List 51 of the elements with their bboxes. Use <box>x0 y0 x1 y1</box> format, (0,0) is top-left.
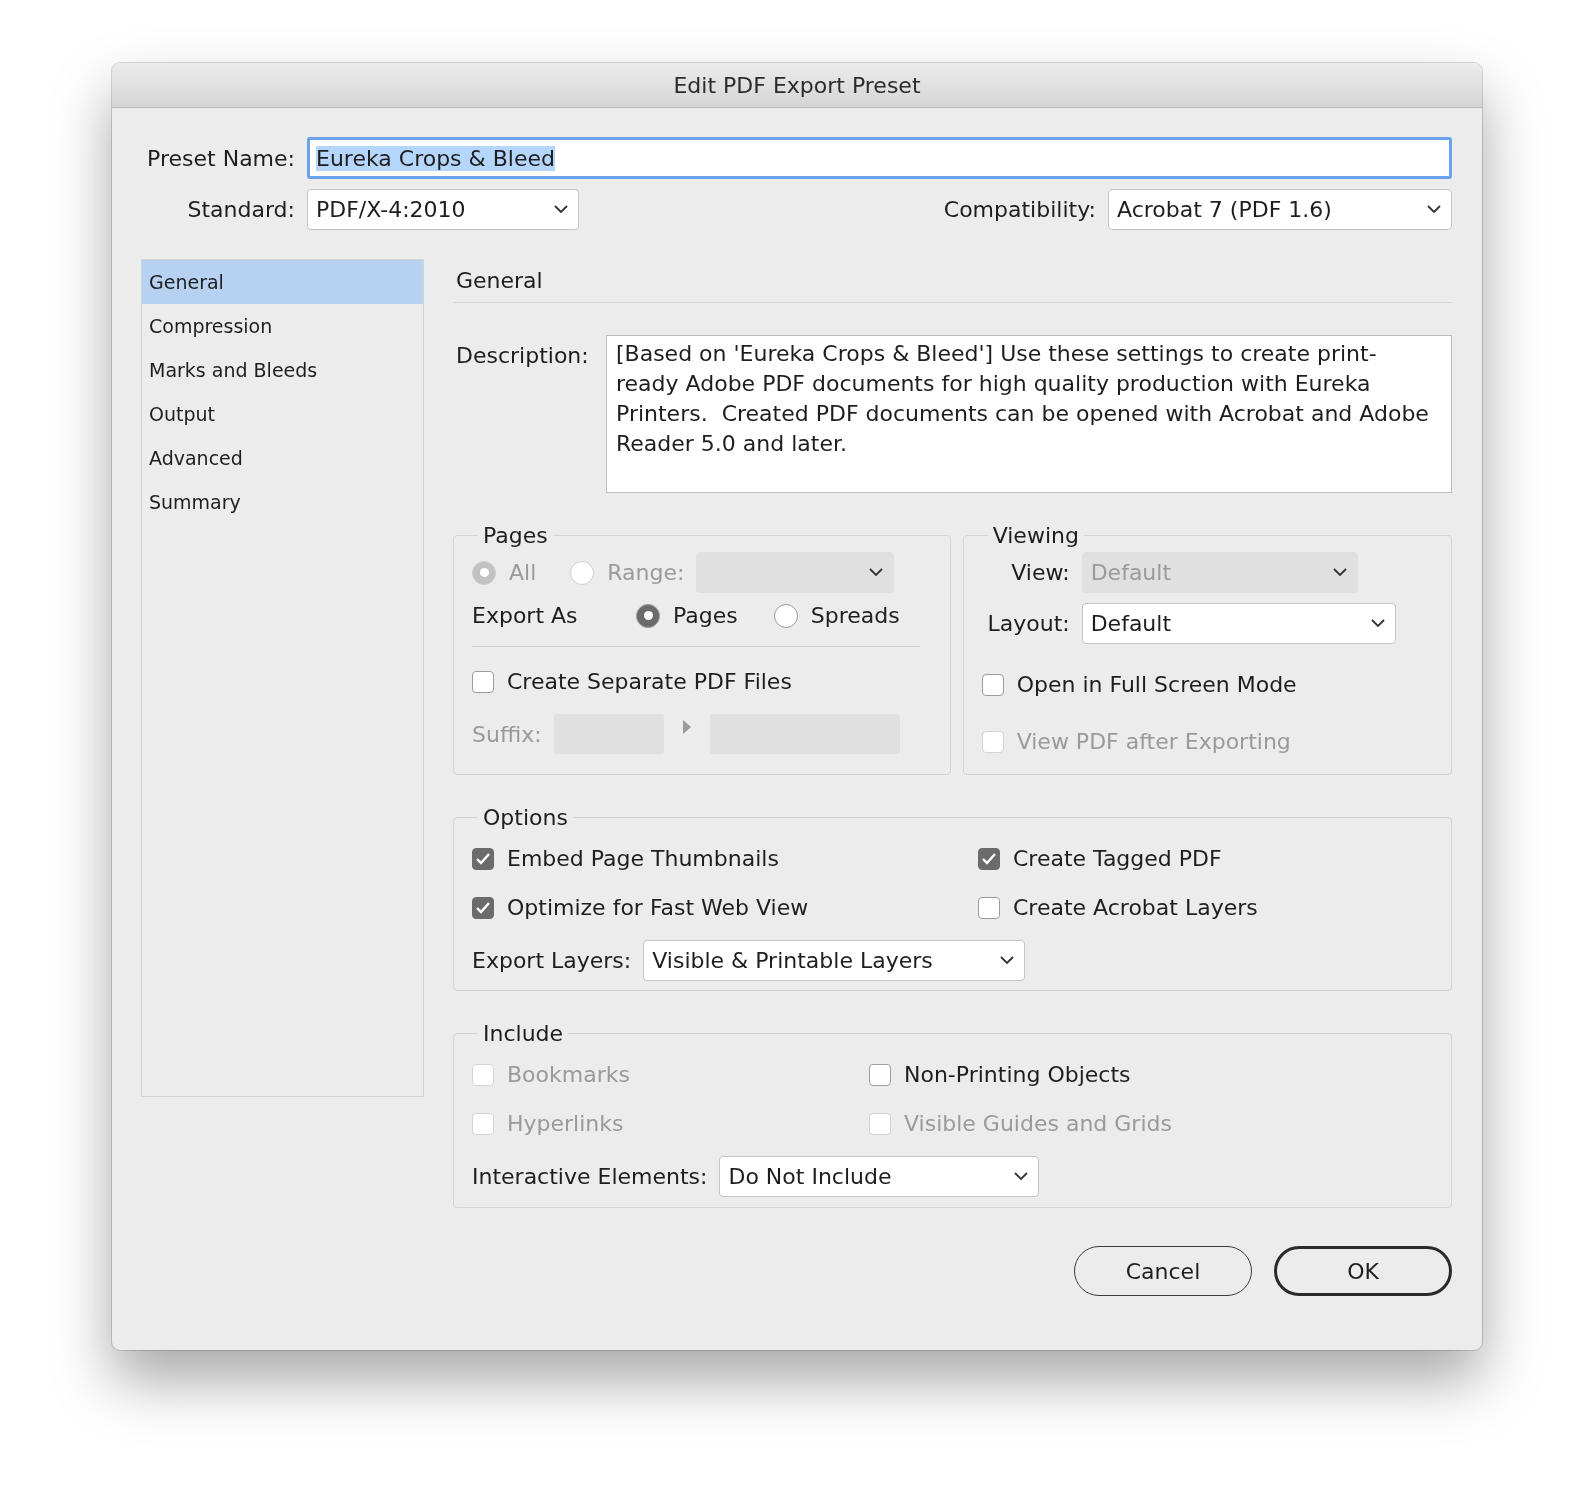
interactive-elements-label: Interactive Elements: <box>472 1164 708 1189</box>
export-as-label: Export As <box>472 603 579 628</box>
sidebar-item[interactable]: General <box>142 260 423 304</box>
export-layers-label: Export Layers: <box>472 948 632 973</box>
checkbox-option[interactable]: Optimize for Fast Web View <box>472 895 978 920</box>
checkmark-icon <box>476 852 490 865</box>
group-title: Include <box>482 1021 565 1046</box>
checkmark-icon <box>982 852 996 865</box>
chevron-down-icon <box>1427 205 1441 214</box>
chevron-down-icon <box>1332 568 1347 577</box>
export-layers-dropdown[interactable]: Visible & Printable Layers <box>643 940 1026 981</box>
sidebar-item[interactable]: Summary <box>142 480 423 524</box>
group-title: Options <box>482 805 569 830</box>
layout-dropdown[interactable]: Default <box>1081 603 1396 644</box>
checkbox-option[interactable]: Create Tagged PDF <box>978 846 1437 871</box>
preset-name-label: Preset Name: <box>146 145 296 171</box>
checkbox-option[interactable]: Create Acrobat Layers <box>978 895 1437 920</box>
preset-name-field[interactable]: Eureka Crops & Bleed <box>307 137 1452 179</box>
checkmark-icon <box>476 901 490 914</box>
radio-option[interactable]: Pages <box>636 603 738 628</box>
standard-dropdown[interactable]: PDF/X-4:2010 <box>307 189 579 230</box>
triangle-right-icon <box>682 720 691 734</box>
chevron-down-icon <box>1000 956 1015 965</box>
description-label: Description: <box>455 343 590 368</box>
dialog-button[interactable]: Cancel <box>1074 1246 1252 1296</box>
dialog-button[interactable]: OK <box>1274 1246 1452 1296</box>
interactive-elements-dropdown[interactable]: Do Not Include <box>719 1156 1040 1197</box>
window-title: Edit PDF Export Preset <box>673 72 921 98</box>
chevron-down-icon <box>554 205 568 214</box>
suffix-label: Suffix: <box>472 721 542 747</box>
layout-label: Layout: <box>986 611 1071 636</box>
chevron-down-icon <box>1014 1172 1029 1181</box>
checkbox-option[interactable]: Create Separate PDF Files <box>472 669 936 694</box>
sidebar-item[interactable]: Advanced <box>142 436 423 480</box>
checkbox-option[interactable]: Embed Page Thumbnails <box>472 846 978 871</box>
sidebar-item[interactable]: Compression <box>142 304 423 348</box>
group-title: Pages <box>482 523 549 548</box>
section-title: General <box>456 268 543 293</box>
chevron-down-icon <box>869 568 884 577</box>
group-title: Viewing <box>991 523 1080 548</box>
checkbox-option[interactable]: Open in Full Screen Mode <box>981 672 1437 697</box>
radio-option[interactable]: Spreads <box>773 603 900 628</box>
compatibility-label: Compatibility: <box>943 197 1096 222</box>
sidebar-item[interactable]: Marks and Bleeds <box>142 348 423 392</box>
checkbox-option[interactable]: Non-Printing Objects <box>869 1062 1437 1087</box>
sidebar-item[interactable]: Output <box>142 392 423 436</box>
view-label: View: <box>1010 560 1071 585</box>
compatibility-dropdown[interactable]: Acrobat 7 (PDF 1.6) <box>1108 189 1452 230</box>
standard-label: Standard: <box>186 197 296 222</box>
description-field[interactable]: [Based on 'Eureka Crops & Bleed'] Use these settings to create print-ready Adobe PDF documents for high quality production with Eureka Printers. Created PDF documents can be opened with Acrobat and Adobe Reader 5.0 and later. <box>606 335 1452 493</box>
chevron-down-icon <box>1370 619 1385 628</box>
